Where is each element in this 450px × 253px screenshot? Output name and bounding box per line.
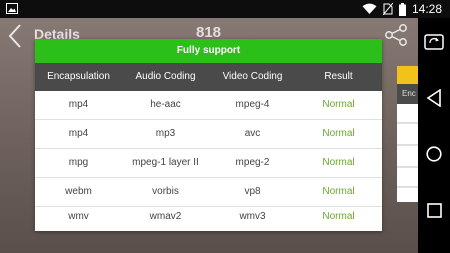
rotate-screen-icon bbox=[424, 34, 444, 50]
sim-off-icon bbox=[382, 3, 393, 15]
encapsulation-cell: mp4 bbox=[68, 128, 89, 139]
nav-back-icon bbox=[426, 89, 441, 107]
video-coding-cell: mpeg-2 bbox=[235, 157, 270, 168]
result-cell: Normal bbox=[322, 99, 355, 110]
table-row: mp4 he-aac mpeg-4 Normal bbox=[35, 91, 382, 120]
image-icon bbox=[6, 3, 18, 14]
wifi-icon bbox=[362, 3, 377, 14]
status-time: 14:28 bbox=[411, 2, 442, 16]
column-header-audio-coding: Audio Coding bbox=[135, 71, 196, 82]
support-dialog: Fully support Encapsulation Audio Coding… bbox=[35, 39, 382, 231]
navigation-bar bbox=[418, 18, 450, 253]
video-coding-cell: avc bbox=[244, 128, 261, 139]
background-table-divider bbox=[397, 122, 418, 124]
video-coding-cell: vp8 bbox=[244, 186, 261, 197]
share-icon[interactable] bbox=[384, 24, 408, 46]
table-row: mpg mpeg-1 layer II mpeg-2 Normal bbox=[35, 149, 382, 178]
encapsulation-cell: webm bbox=[65, 186, 92, 197]
table-row: wmv wmav2 wmv3 Normal bbox=[35, 203, 382, 231]
background-table-divider bbox=[397, 144, 418, 146]
audio-coding-cell: wmav2 bbox=[149, 211, 182, 222]
back-icon[interactable] bbox=[8, 24, 22, 48]
status-bar: 14:28 bbox=[0, 0, 450, 18]
column-header-video-coding: Video Coding bbox=[222, 71, 283, 82]
nav-home-icon bbox=[426, 146, 442, 162]
background-table-divider bbox=[397, 166, 418, 168]
column-header-result: Result bbox=[324, 71, 353, 82]
audio-coding-cell: vorbis bbox=[152, 186, 179, 197]
column-header-encapsulation: Encapsulation bbox=[47, 71, 110, 82]
table-header: Encapsulation Audio Coding Video Coding … bbox=[35, 63, 382, 91]
result-cell: Normal bbox=[322, 211, 355, 222]
encapsulation-cell: mp4 bbox=[68, 99, 89, 110]
table-row: mp4 mp3 avc Normal bbox=[35, 120, 382, 149]
result-cell: Normal bbox=[322, 186, 355, 197]
background-table-accent bbox=[397, 66, 418, 84]
result-cell: Normal bbox=[322, 128, 355, 139]
nav-recents-icon bbox=[426, 202, 442, 218]
nav-home-button[interactable] bbox=[418, 134, 450, 174]
video-coding-cell: wmv3 bbox=[239, 211, 266, 222]
video-coding-cell: mpeg-4 bbox=[235, 99, 270, 110]
dialog-title: Fully support bbox=[35, 39, 382, 63]
background-table-header: Enc bbox=[397, 84, 418, 104]
audio-coding-cell: he-aac bbox=[150, 99, 181, 110]
rotate-screen-button[interactable] bbox=[418, 22, 450, 62]
background-table-fragment: Enc bbox=[397, 66, 418, 202]
encapsulation-cell: mpg bbox=[68, 157, 89, 168]
battery-icon bbox=[398, 2, 406, 16]
nav-recents-button[interactable] bbox=[418, 190, 450, 230]
audio-coding-cell: mp3 bbox=[155, 128, 176, 139]
encapsulation-cell: wmv bbox=[68, 211, 89, 222]
background-table-divider bbox=[397, 186, 418, 188]
nav-back-button[interactable] bbox=[418, 78, 450, 118]
result-cell: Normal bbox=[322, 157, 355, 168]
audio-coding-cell: mpeg-1 layer II bbox=[132, 157, 199, 168]
